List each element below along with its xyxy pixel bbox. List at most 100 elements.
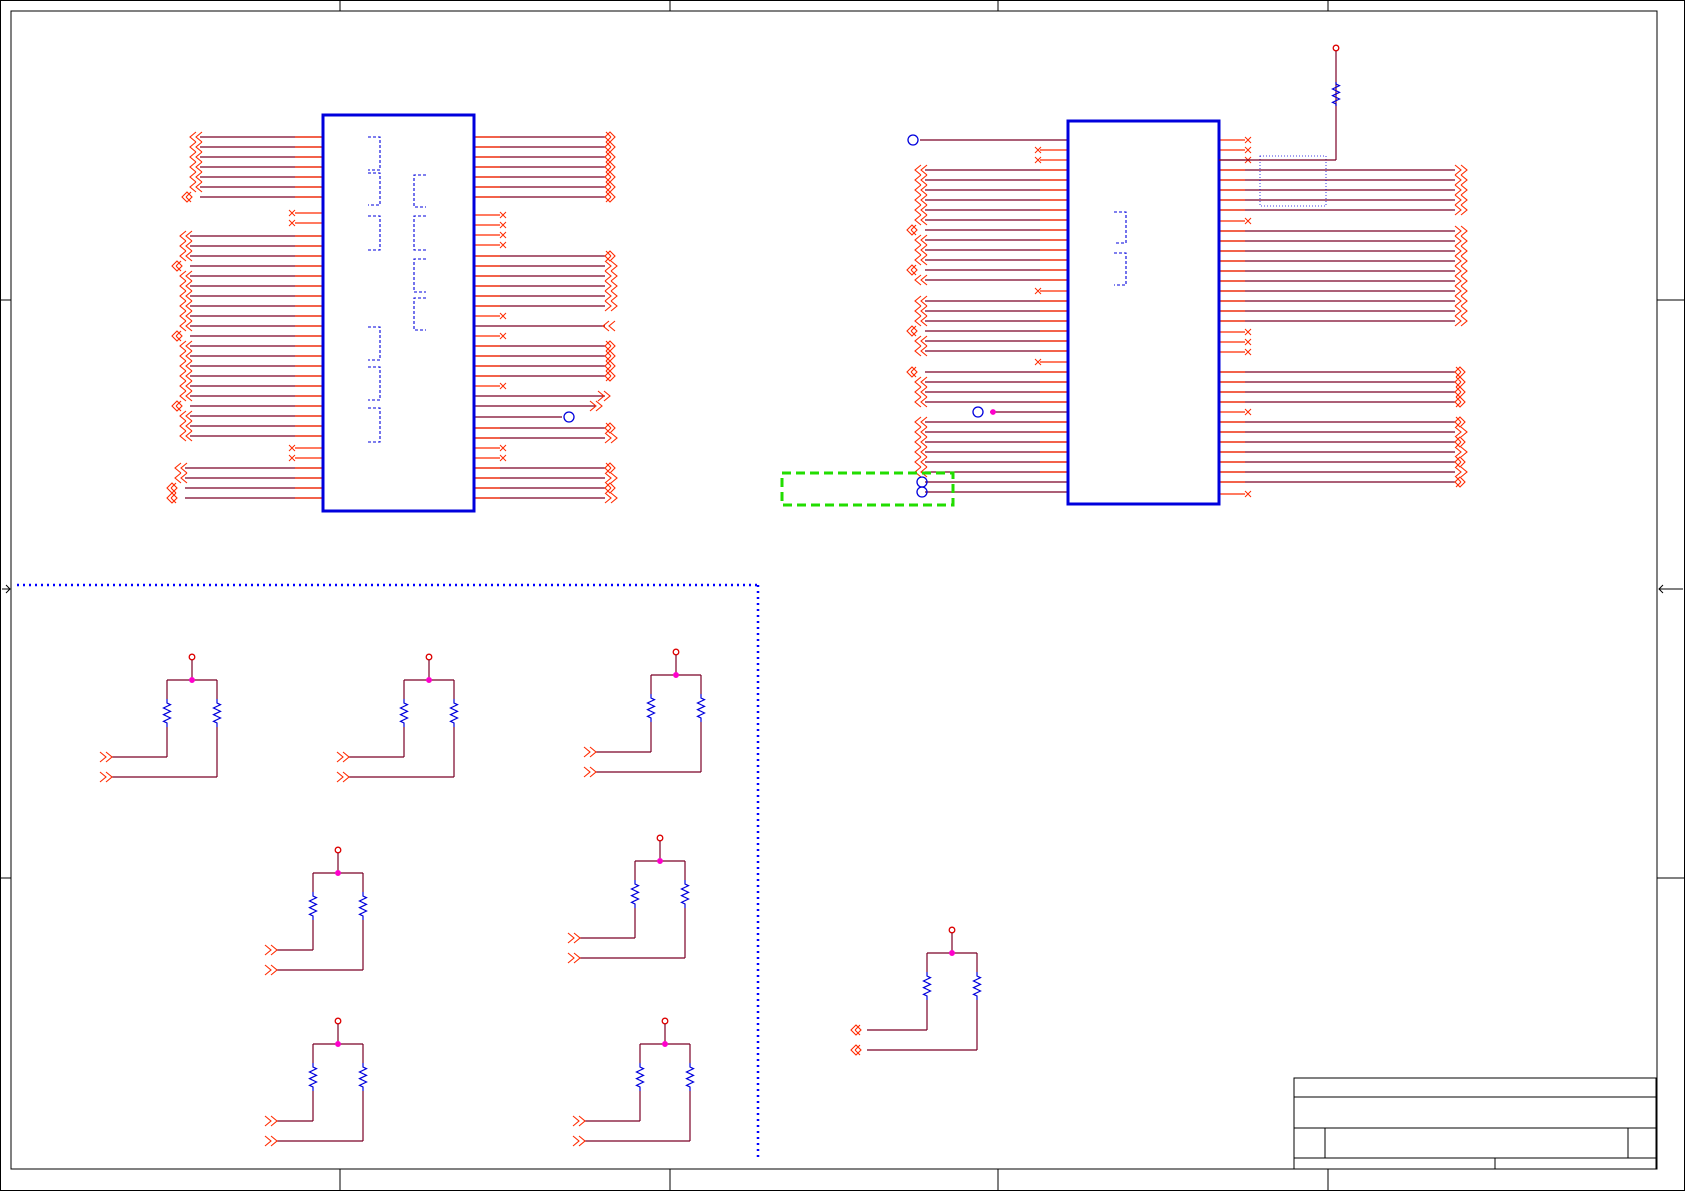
output-port [604, 290, 618, 302]
sheet-frame [0, 0, 1685, 1191]
ic-u1[interactable] [166, 113, 618, 513]
zone-ticks [1, 1, 1684, 1190]
no-connect-mark [499, 382, 507, 390]
pin-group-bracket [368, 326, 381, 361]
resistor-body [696, 694, 706, 722]
bidir-port [1454, 476, 1466, 488]
resistor-body [308, 1063, 318, 1091]
schematic-sheet [0, 0, 1685, 1191]
test-point [972, 406, 984, 418]
pin-group-bracket [368, 407, 381, 443]
bidir-port [1454, 366, 1466, 378]
output-port [1454, 225, 1468, 237]
resistor-pair [264, 1017, 368, 1147]
junction-dot [335, 870, 341, 876]
output-port [336, 751, 350, 763]
resistor-body [358, 1063, 368, 1091]
resistor-body [162, 699, 172, 727]
resistor-pair [264, 846, 368, 976]
bidir-port [906, 224, 918, 236]
resistor-pair [99, 653, 222, 783]
junction-dot [949, 950, 955, 956]
bidir-port [604, 171, 616, 183]
pullup-resistor-top[interactable] [1219, 44, 1341, 161]
no-connect-mark [288, 209, 296, 217]
junction-dot [657, 858, 663, 864]
no-connect-mark [499, 221, 507, 229]
output-port [1454, 184, 1468, 196]
bidir-port [181, 191, 193, 203]
power-pin [188, 653, 196, 661]
resistor-body [922, 972, 932, 1000]
zone-arrow [2, 584, 11, 594]
bidir-port [171, 330, 183, 342]
power-pin [672, 648, 680, 656]
ic-u1-brackets [368, 136, 426, 443]
output-port [583, 766, 597, 778]
power-pin [334, 846, 342, 854]
output-port [1454, 305, 1468, 317]
resistor-body [646, 694, 656, 722]
pin-group-bracket [1114, 211, 1127, 244]
no-connect-mark [1244, 338, 1252, 346]
bidir-port [604, 370, 616, 382]
output-port [567, 952, 581, 964]
output-port [336, 771, 350, 783]
output-port [264, 964, 278, 976]
power-pin [661, 1017, 669, 1025]
bidir-port [604, 360, 616, 372]
output-port [264, 944, 278, 956]
no-connect-mark [499, 241, 507, 249]
no-connect-mark [1244, 328, 1252, 336]
output-port [1454, 164, 1468, 176]
junction-dot [426, 677, 432, 683]
output-port [1454, 285, 1468, 297]
no-connect-mark [499, 211, 507, 219]
no-connect-mark [499, 332, 507, 340]
selection-box[interactable] [780, 471, 955, 507]
no-connect-mark [1244, 348, 1252, 356]
resistor-body [635, 1063, 645, 1091]
pin-group-bracket [413, 215, 426, 251]
output-port [1454, 265, 1468, 277]
bidir-port [604, 191, 616, 203]
bidir-port [1454, 416, 1466, 428]
resistor-body [212, 699, 222, 727]
output-port [604, 260, 618, 272]
output-port [1454, 426, 1468, 438]
output-port [604, 492, 618, 504]
no-connect-mark [499, 454, 507, 462]
pin-group-bracket [368, 366, 381, 401]
output-port [1454, 194, 1468, 206]
bidir-port [604, 181, 616, 193]
output-port [1454, 235, 1468, 247]
junction-dot [990, 409, 996, 415]
no-connect-mark [1244, 136, 1252, 144]
pin-group-bracket [368, 136, 381, 171]
output-port [604, 472, 618, 484]
output-port [604, 270, 618, 282]
resistor-body [680, 880, 690, 908]
bidir-port [604, 151, 616, 163]
output-port [1454, 466, 1468, 478]
no-connect-mark [1244, 490, 1252, 498]
output-port [99, 771, 113, 783]
bidir-port [1454, 436, 1466, 448]
bidir-port [604, 340, 616, 352]
ic-u2[interactable] [906, 119, 1468, 506]
output-port [572, 1135, 586, 1147]
pin-group-bracket [368, 172, 381, 206]
resistor-pair [850, 926, 982, 1056]
output-port [604, 280, 618, 292]
no-connect-mark [1244, 146, 1252, 154]
output-port [567, 932, 581, 944]
output-port [604, 432, 618, 444]
resistor-body [685, 1063, 695, 1091]
resistor-pairs [99, 648, 982, 1147]
resistor-group-outline [17, 583, 760, 1160]
no-connect-mark [499, 231, 507, 239]
bidir-port [166, 482, 178, 494]
no-connect-mark [1244, 217, 1252, 225]
output-port [1454, 315, 1468, 327]
title-block [1293, 1077, 1657, 1170]
